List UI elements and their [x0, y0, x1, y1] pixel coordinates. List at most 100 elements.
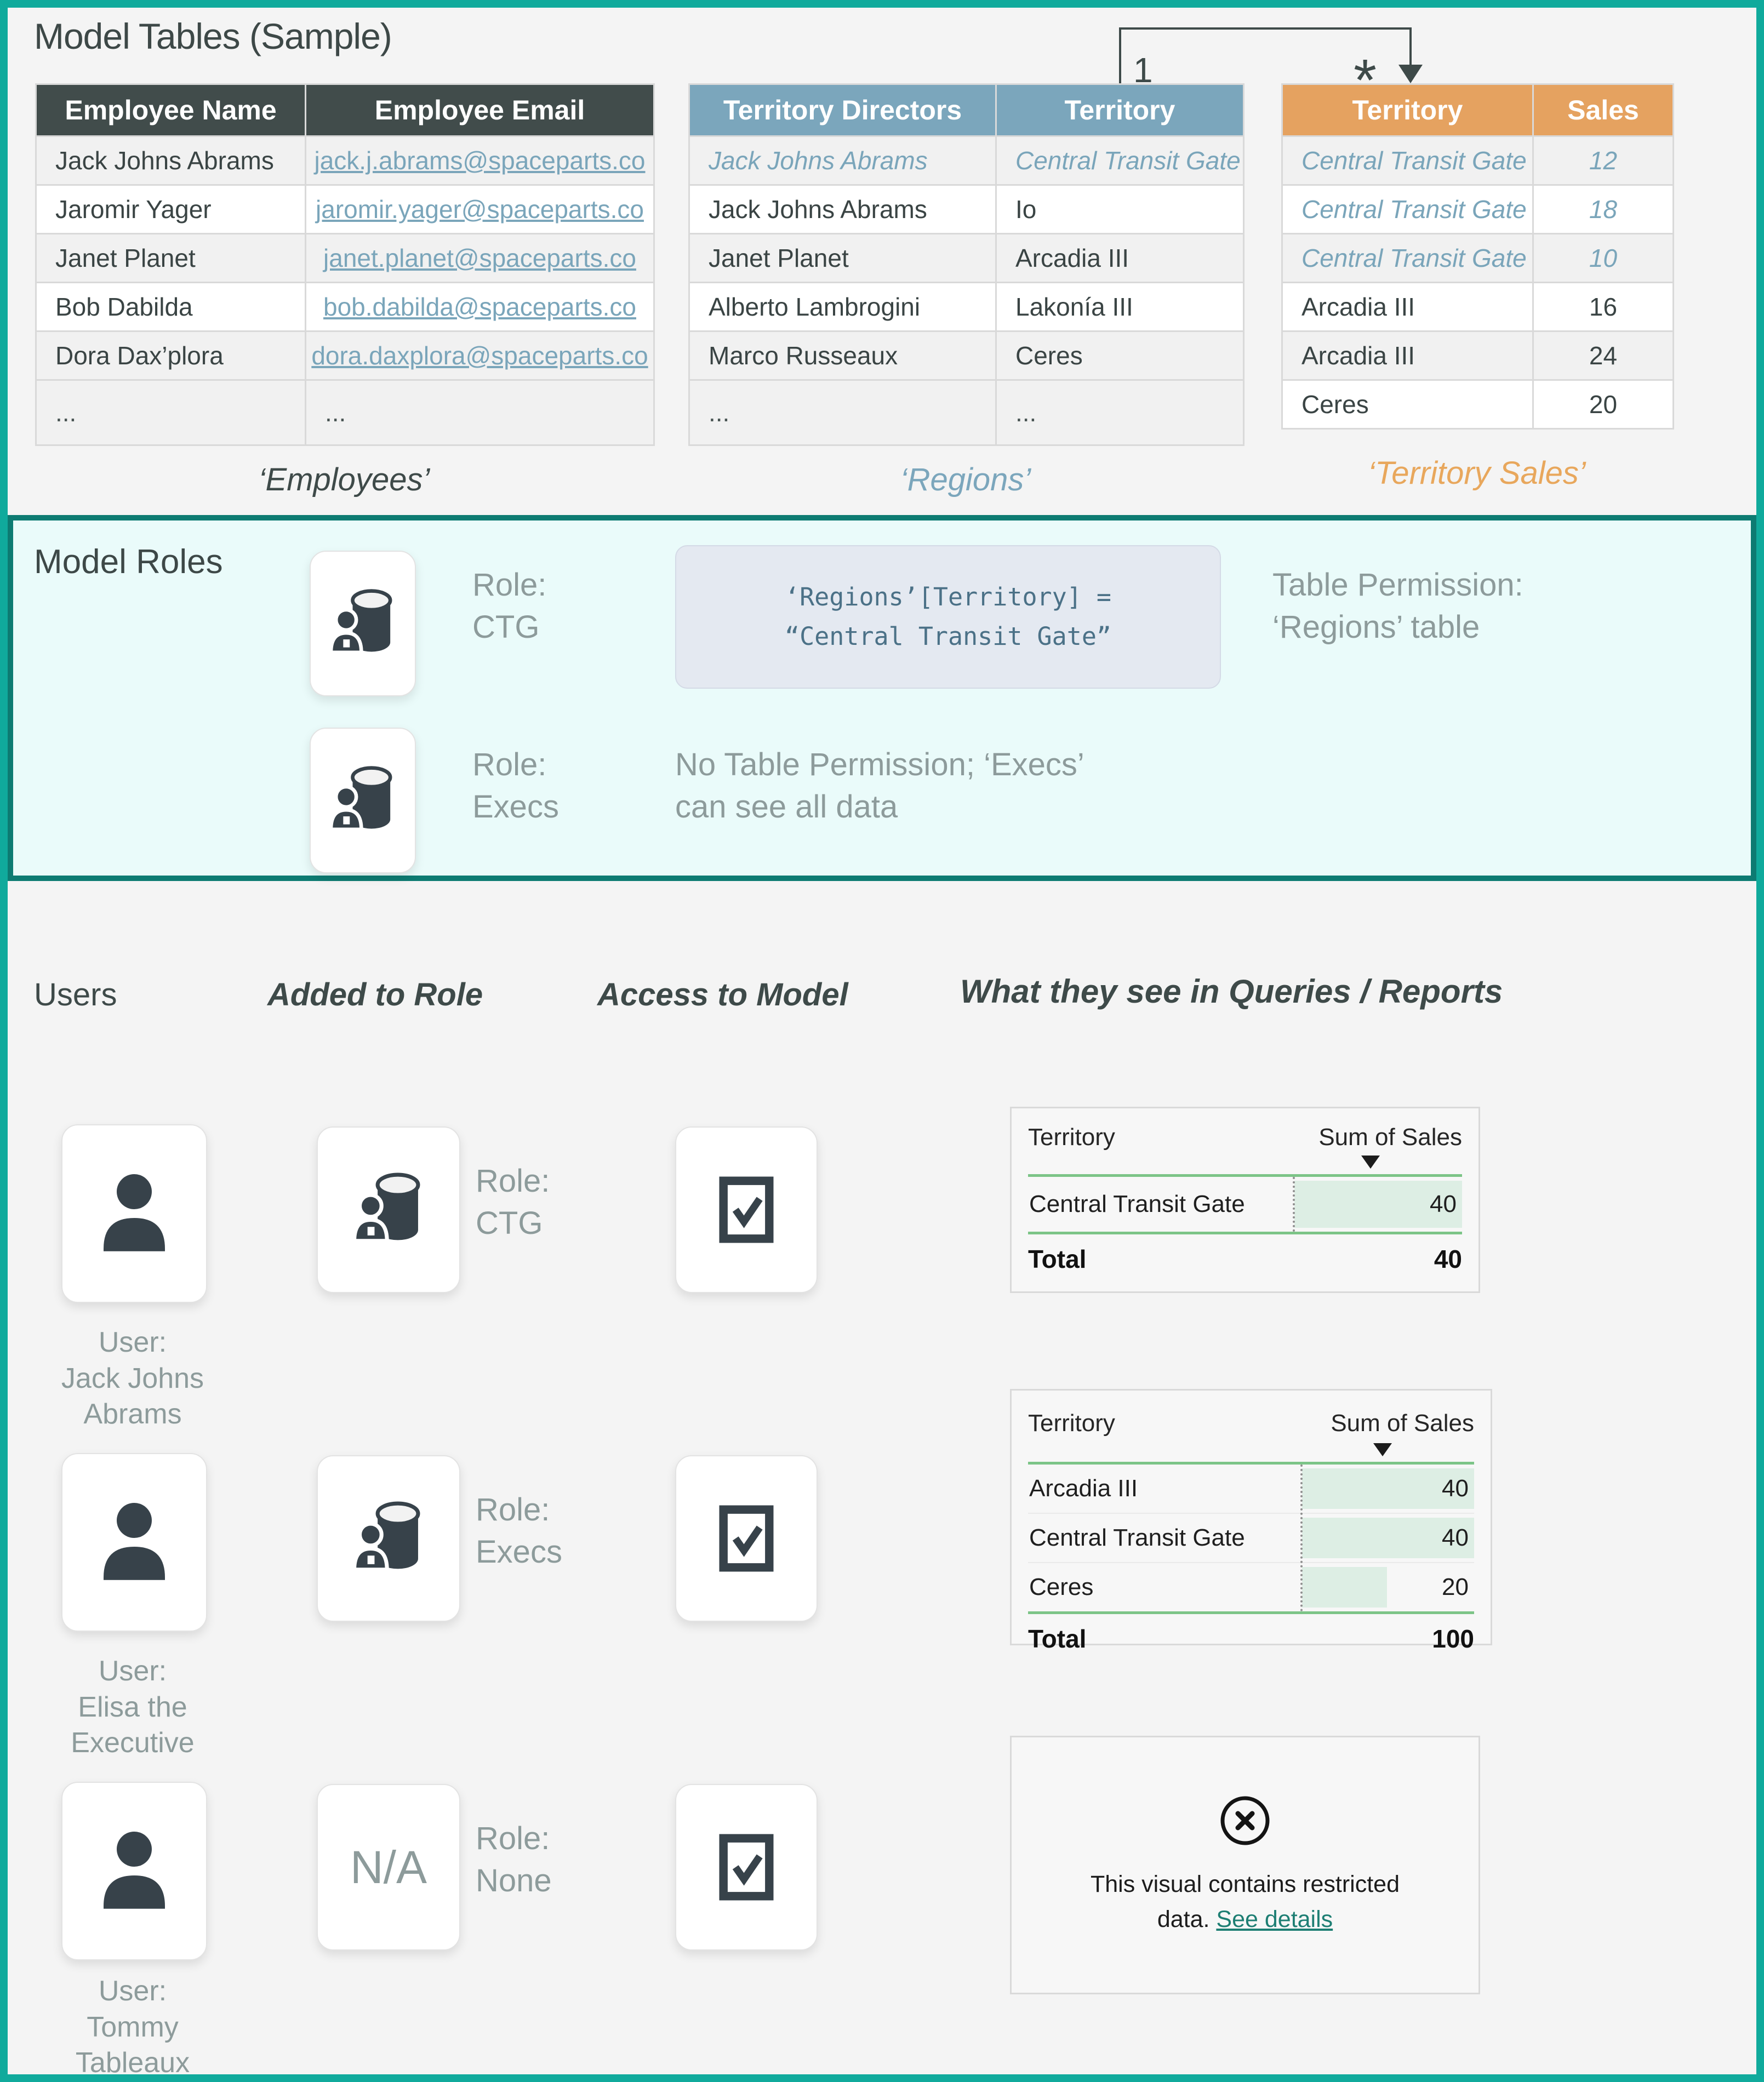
- report-row: Ceres 20: [1028, 1562, 1474, 1611]
- sales-value: 16: [1533, 283, 1674, 331]
- regions-table-caption: ‘Regions’: [688, 461, 1243, 498]
- email-link[interactable]: jaromir.yager@spaceparts.co: [316, 195, 644, 224]
- table-row: Jack Johns Abrams Io: [689, 185, 1244, 234]
- employee-name: Janet Planet: [36, 234, 306, 283]
- user-avatar-card: [61, 1782, 207, 1960]
- employees-header-name: Employee Name: [36, 84, 306, 136]
- error-circle-x-icon: [1218, 1793, 1272, 1848]
- territory-name: Arcadia III: [1282, 331, 1533, 380]
- role-ctg-label: Role: CTG: [472, 564, 546, 648]
- employees-header-email: Employee Email: [306, 84, 654, 136]
- table-row: ... ...: [36, 380, 654, 445]
- report-territory: Ceres: [1029, 1574, 1093, 1601]
- sales-header-territory: Territory: [1282, 84, 1533, 136]
- see-details-link[interactable]: See details: [1216, 1906, 1333, 1932]
- relationship-line-horizontal: [1119, 27, 1411, 30]
- report-territory: Central Transit Gate: [1029, 1524, 1245, 1552]
- sort-descending-icon[interactable]: [1373, 1443, 1392, 1456]
- table-row: Bob Dabilda bob.dabilda@spaceparts.co: [36, 283, 654, 331]
- role-database-icon: [327, 764, 399, 837]
- report-column-divider: [1293, 1177, 1295, 1232]
- employee-email: janet.planet@spaceparts.co: [306, 234, 654, 283]
- table-row: Arcadia III 16: [1282, 283, 1674, 331]
- report-visual-jack: Territory Sum of Sales Central Transit G…: [1010, 1107, 1480, 1293]
- employee-email: jaromir.yager@spaceparts.co: [306, 185, 654, 234]
- table-row: Arcadia III 24: [1282, 331, 1674, 380]
- relationship-one-label: 1: [1133, 53, 1153, 88]
- territory-name: Central Transit Gate: [1282, 234, 1533, 283]
- access-card-jack: [675, 1126, 818, 1293]
- director-name: Janet Planet: [689, 234, 996, 283]
- employee-name: Bob Dabilda: [36, 283, 306, 331]
- column-header-users: Users: [34, 976, 117, 1013]
- table-row-highlighted: Central Transit Gate 10: [1282, 234, 1674, 283]
- director-name: Marco Russeaux: [689, 331, 996, 380]
- report-row: Central Transit Gate 40: [1028, 1177, 1462, 1232]
- total-label: Total: [1028, 1244, 1086, 1274]
- sales-value: 10: [1533, 234, 1674, 283]
- email-link[interactable]: jack.j.abrams@spaceparts.co: [314, 146, 645, 175]
- director-name: Jack Johns Abrams: [689, 136, 996, 185]
- dax-expression-line1: ‘Regions’[Territory] =: [785, 577, 1111, 617]
- role-label-jack: Role: CTG: [476, 1160, 550, 1244]
- employee-email: jack.j.abrams@spaceparts.co: [306, 136, 654, 185]
- director-name: Jack Johns Abrams: [689, 185, 996, 234]
- restricted-visual-tommy: This visual contains restricted data. Se…: [1010, 1736, 1480, 1994]
- regions-table: Territory Directors Territory Jack Johns…: [688, 83, 1244, 446]
- report-row: Arcadia III 40: [1028, 1465, 1474, 1513]
- employee-name: Jaromir Yager: [36, 185, 306, 234]
- section-title-model-tables: Model Tables (Sample): [34, 15, 392, 57]
- report-value: 40: [1430, 1191, 1457, 1218]
- restricted-message: This visual contains restricted data. Se…: [1075, 1867, 1415, 1937]
- sales-value: 12: [1533, 136, 1674, 185]
- column-header-access-to-model: Access to Model: [597, 976, 848, 1013]
- report-col-sum-of-sales: Sum of Sales: [1331, 1410, 1474, 1437]
- table-row: Dora Dax’plora dora.daxplora@spaceparts.…: [36, 331, 654, 380]
- territory-sales-table-caption: ‘Territory Sales’: [1281, 455, 1672, 491]
- ellipsis-cell: ...: [996, 380, 1244, 445]
- table-row: Janet Planet Arcadia III: [689, 234, 1244, 283]
- role-database-icon: [350, 1171, 427, 1249]
- territory-name: Ceres: [996, 331, 1244, 380]
- territory-name: Lakonía III: [996, 283, 1244, 331]
- territory-name: Ceres: [1282, 380, 1533, 429]
- sales-value: 18: [1533, 185, 1674, 234]
- email-link[interactable]: bob.dabilda@spaceparts.co: [323, 293, 636, 321]
- table-row: ... ...: [689, 380, 1244, 445]
- territory-name: Central Transit Gate: [996, 136, 1244, 185]
- email-link[interactable]: janet.planet@spaceparts.co: [323, 244, 636, 272]
- relationship-arrow-icon: [1398, 65, 1423, 83]
- user-label-tommy: User: Tommy Tableaux: [18, 1974, 248, 2081]
- table-row-highlighted: Jack Johns Abrams Central Transit Gate: [689, 136, 1244, 185]
- added-role-card-elisa: [317, 1455, 460, 1622]
- table-row-highlighted: Central Transit Gate 18: [1282, 185, 1674, 234]
- director-name: Alberto Lambrogini: [689, 283, 996, 331]
- report-total-row: Total 40: [1028, 1234, 1462, 1284]
- territory-name: Arcadia III: [996, 234, 1244, 283]
- table-permission-note: Table Permission: ‘Regions’ table: [1272, 564, 1523, 648]
- territory-name: Central Transit Gate: [1282, 136, 1533, 185]
- employees-table-caption: ‘Employees’: [35, 461, 653, 498]
- note-line: Table Permission:: [1272, 564, 1523, 607]
- total-value: 40: [1434, 1244, 1462, 1274]
- dax-expression-line2: “Central Transit Gate”: [785, 617, 1111, 656]
- total-value: 100: [1432, 1624, 1474, 1654]
- report-value: 40: [1442, 1475, 1469, 1502]
- territory-name: Arcadia III: [1282, 283, 1533, 331]
- total-label: Total: [1028, 1624, 1086, 1654]
- employees-table: Employee Name Employee Email Jack Johns …: [35, 83, 655, 446]
- email-link[interactable]: dora.daxplora@spaceparts.co: [311, 341, 648, 370]
- sort-descending-icon[interactable]: [1361, 1156, 1380, 1169]
- report-value: 40: [1442, 1524, 1469, 1552]
- no-permission-note: No Table Permission; ‘Execs’ can see all…: [675, 744, 1084, 828]
- checkbox-checked-icon: [716, 1831, 777, 1903]
- territory-name: Io: [996, 185, 1244, 234]
- role-label-elisa: Role: Execs: [476, 1489, 562, 1573]
- sales-header-sales: Sales: [1533, 84, 1674, 136]
- report-value: 20: [1442, 1574, 1469, 1601]
- table-row: Alberto Lambrogini Lakonía III: [689, 283, 1244, 331]
- user-label-jack: User: Jack Johns Abrams: [18, 1325, 248, 1433]
- sales-value: 24: [1533, 331, 1674, 380]
- report-col-territory: Territory: [1028, 1410, 1115, 1437]
- added-role-card-jack: [317, 1126, 460, 1293]
